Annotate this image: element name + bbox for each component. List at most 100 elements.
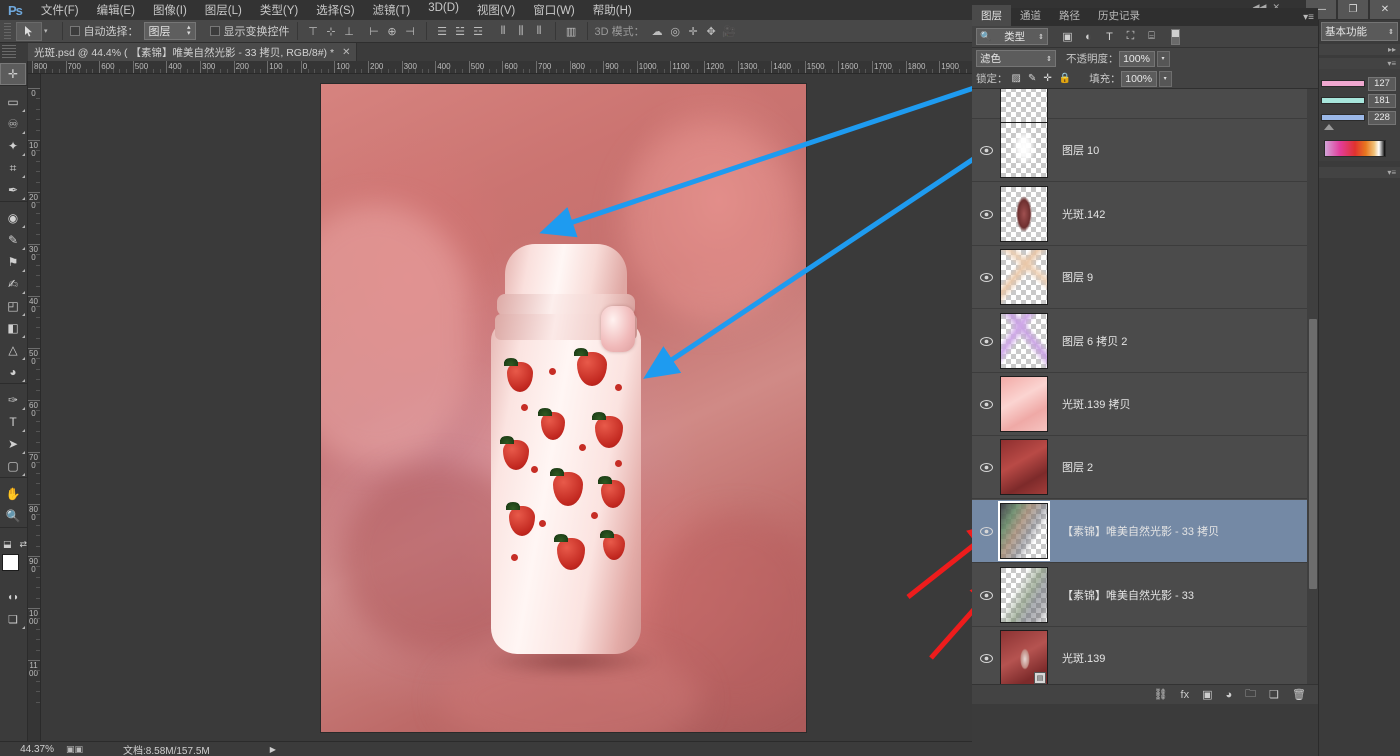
auto-align-layers-icon[interactable]: ▥ — [563, 23, 580, 40]
green-slider-bar[interactable] — [1321, 97, 1365, 104]
panel-tab-1[interactable]: 通道 — [1011, 5, 1050, 26]
layer-name[interactable]: 图层 9 — [1062, 269, 1093, 285]
layer-row[interactable]: 图层 2 — [972, 436, 1307, 499]
color-panel-header[interactable]: ▾≡ — [1319, 58, 1400, 69]
clone-stamp-tool[interactable]: ⚑ — [0, 251, 26, 273]
path-selection-tool[interactable]: ➤ — [0, 433, 26, 455]
lasso-tool[interactable]: ♾ — [0, 113, 26, 135]
layer-name[interactable]: 【素锦】唯美自然光影 - 33 拷贝 — [1062, 523, 1219, 539]
distribute-bottom-icon[interactable]: ☲ — [470, 23, 487, 40]
panel-tab-2[interactable]: 路径 — [1050, 5, 1089, 26]
quick-mask-icon[interactable]: ◖◗ — [0, 586, 26, 608]
menu-item-9[interactable]: 窗口(W) — [524, 0, 584, 20]
new-layer-icon[interactable]: ❏ — [1269, 688, 1279, 701]
shape-filter-icon[interactable]: ⛶ — [1121, 28, 1140, 45]
layer-thumbnail[interactable] — [1000, 313, 1048, 369]
blue-slider-value[interactable]: 228 — [1368, 111, 1396, 125]
align-left-edges-icon[interactable]: ⊢ — [366, 23, 383, 40]
align-top-edges-icon[interactable]: ⊤ — [305, 23, 322, 40]
panel-tab-0[interactable]: 图层 — [972, 5, 1011, 26]
red-slider-value[interactable]: 127 — [1368, 77, 1396, 91]
layer-thumbnail[interactable] — [1000, 503, 1048, 559]
filter-type-dropdown[interactable]: 🔍 类型 ⇕ — [976, 28, 1048, 45]
menu-item-0[interactable]: 文件(F) — [32, 0, 88, 20]
layer-row[interactable]: 【素锦】唯美自然光影 - 33 拷贝 — [972, 500, 1307, 563]
layer-thumbnail[interactable] — [1000, 567, 1048, 623]
canvas-area[interactable] — [41, 74, 972, 741]
align-vertical-centers-icon[interactable]: ⊹ — [323, 23, 340, 40]
fill-value[interactable]: 100% — [1121, 71, 1157, 87]
artboard[interactable] — [321, 84, 806, 732]
align-right-edges-icon[interactable]: ⊣ — [402, 23, 419, 40]
blend-mode-dropdown[interactable]: 滤色 ⇕ — [976, 50, 1056, 67]
magic-wand-tool[interactable]: ✦ — [0, 135, 26, 157]
spot-healing-tool[interactable]: ◉ — [0, 207, 26, 229]
layer-row[interactable]: 光斑.139 拷贝 — [972, 373, 1307, 436]
lock-all-icon[interactable]: 🔒 — [1059, 73, 1071, 84]
dock-expand-strip[interactable]: ▸▸ — [1319, 44, 1400, 55]
lock-transparent-icon[interactable]: ▨ — [1012, 73, 1021, 84]
menu-item-7[interactable]: 3D(D) — [419, 0, 468, 20]
layer-row-partial[interactable] — [972, 89, 1307, 119]
layer-mask-icon[interactable]: ▣ — [1202, 688, 1212, 701]
document-tab-close-icon[interactable]: ✕ — [342, 47, 350, 58]
layer-name[interactable]: 光斑.139 — [1062, 650, 1105, 666]
marquee-tool[interactable]: ▭ — [0, 91, 26, 113]
panel-menu-icon[interactable]: ▾≡ — [1303, 12, 1314, 23]
history-brush-tool[interactable]: ✍ — [0, 273, 26, 295]
opacity-value[interactable]: 100% — [1119, 51, 1155, 67]
filter-toggle-switch[interactable] — [1171, 29, 1180, 45]
tabbar-grip[interactable] — [2, 45, 16, 58]
lock-position-icon[interactable]: ✛ — [1043, 73, 1051, 84]
layer-thumbnail[interactable] — [1000, 249, 1048, 305]
scale-3d-icon[interactable]: 🎥 — [721, 23, 738, 40]
show-transform-checkbox[interactable] — [210, 26, 220, 36]
opacity-stepper[interactable]: ▾ — [1157, 51, 1170, 67]
maximize-button[interactable]: ❐ — [1338, 0, 1368, 19]
close-button[interactable]: ✕ — [1370, 0, 1400, 19]
gradient-tool[interactable]: ◧ — [0, 317, 26, 339]
align-horizontal-centers-icon[interactable]: ⊕ — [384, 23, 401, 40]
align-bottom-edges-icon[interactable]: ⊥ — [341, 23, 358, 40]
layer-visibility-eye-icon[interactable] — [972, 400, 1000, 409]
distribute-hcenter-icon[interactable]: ⫼ — [513, 23, 530, 40]
distribute-top-icon[interactable]: ☰ — [434, 23, 451, 40]
menu-item-8[interactable]: 视图(V) — [468, 0, 524, 20]
layer-visibility-eye-icon[interactable] — [972, 654, 1000, 663]
layer-visibility-eye-icon[interactable] — [972, 463, 1000, 472]
fill-stepper[interactable]: ▾ — [1159, 71, 1172, 87]
menu-item-6[interactable]: 滤镜(T) — [364, 0, 420, 20]
layer-thumbnail[interactable] — [1000, 186, 1048, 242]
menu-item-4[interactable]: 类型(Y) — [251, 0, 307, 20]
pen-tool[interactable]: ✑ — [0, 389, 26, 411]
blue-slider-bar[interactable] — [1321, 114, 1365, 121]
type-tool[interactable]: T — [0, 411, 26, 433]
layers-scrollbar[interactable] — [1307, 89, 1318, 684]
dodge-tool[interactable]: ◕ — [0, 361, 26, 383]
foreground-color-swatch[interactable] — [2, 554, 19, 571]
brush-tool[interactable]: ✎ — [0, 229, 26, 251]
layer-thumbnail[interactable] — [1000, 439, 1048, 495]
green-slider[interactable]: 181 — [1321, 92, 1398, 109]
layer-visibility-eye-icon[interactable] — [972, 527, 1000, 536]
options-bar-grip[interactable] — [4, 23, 11, 39]
zoom-level[interactable]: 44.37% — [0, 744, 60, 755]
auto-select-dropdown[interactable]: 图层 ▴▾ — [144, 22, 196, 40]
slide-3d-icon[interactable]: ✥ — [703, 23, 720, 40]
layer-name[interactable]: 光斑.139 拷贝 — [1062, 396, 1130, 412]
adjustment-layer-icon[interactable]: ◕ — [1226, 689, 1233, 701]
tool-preset-caret[interactable]: ▾ — [44, 27, 48, 35]
default-colors-icon[interactable]: ⬓ — [3, 539, 12, 550]
workspace-selector[interactable]: 基本功能 ⇕ — [1321, 22, 1398, 41]
pan-3d-icon[interactable]: ✛ — [685, 23, 702, 40]
layer-name[interactable]: 图层 10 — [1062, 142, 1099, 158]
auto-select-checkbox[interactable] — [70, 26, 80, 36]
blur-tool[interactable]: △ — [0, 339, 26, 361]
layer-row[interactable]: ▤光斑.139 — [972, 627, 1307, 684]
layer-name[interactable]: 图层 6 拷贝 2 — [1062, 333, 1127, 349]
red-slider-bar[interactable] — [1321, 80, 1365, 87]
layers-scrollbar-thumb[interactable] — [1309, 319, 1317, 589]
green-slider-value[interactable]: 181 — [1368, 94, 1396, 108]
lock-image-icon[interactable]: ✎ — [1028, 73, 1036, 84]
layer-style-fx-icon[interactable]: fx — [1181, 689, 1190, 701]
